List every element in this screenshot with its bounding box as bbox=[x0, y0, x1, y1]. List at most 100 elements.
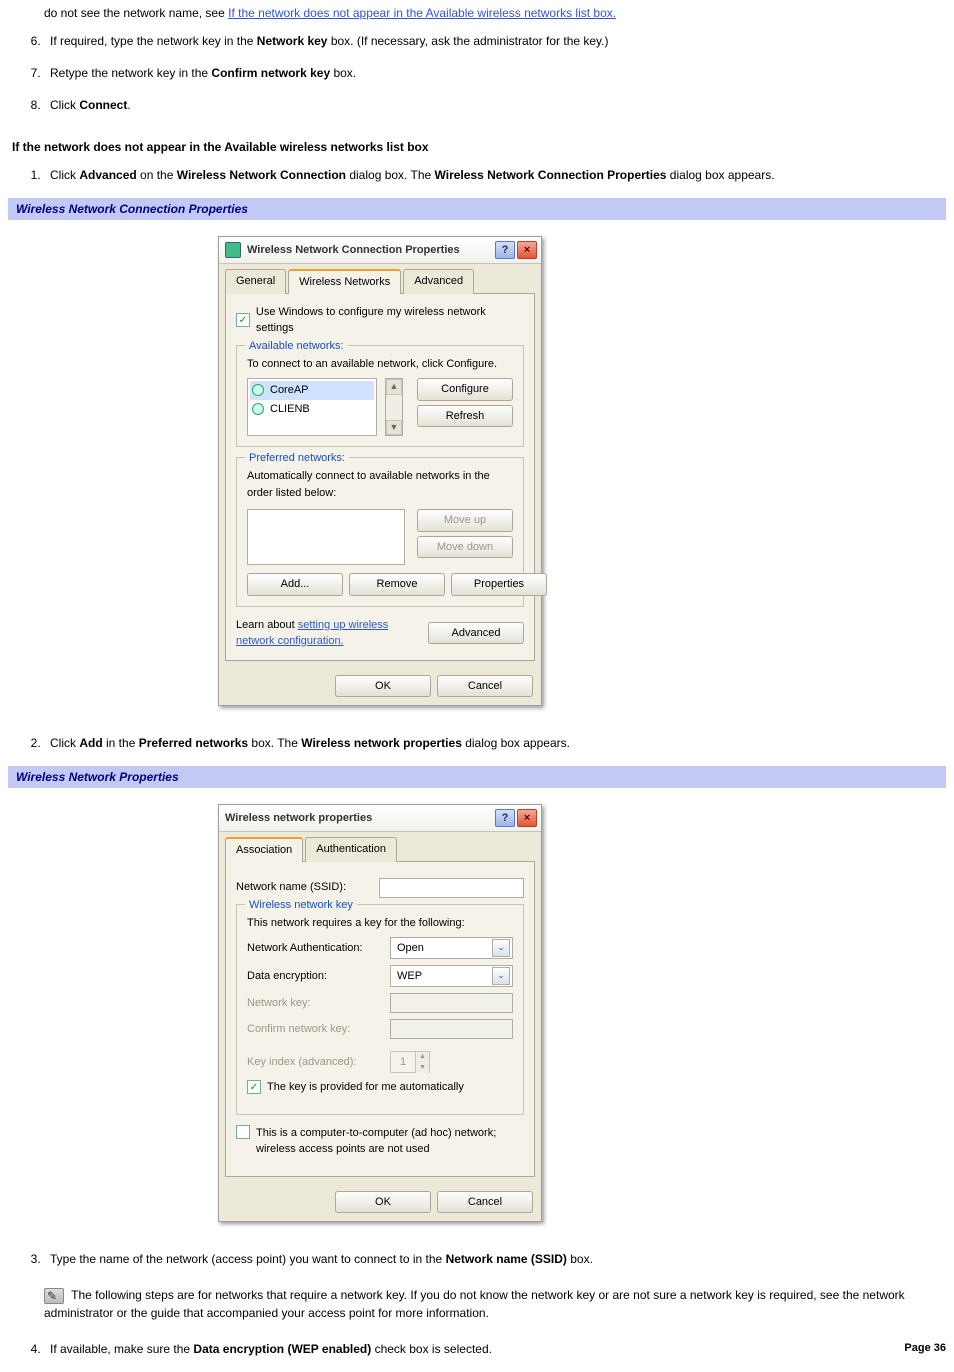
adhoc-checkbox[interactable]: ✓ This is a computer-to-computer (ad hoc… bbox=[236, 1125, 524, 1158]
step-7: Retype the network key in the Confirm ne… bbox=[44, 64, 946, 82]
wireless-icon bbox=[252, 403, 264, 415]
spinner-value: 1 bbox=[391, 1052, 415, 1072]
tabstrip: General Wireless Networks Advanced bbox=[219, 264, 541, 293]
combo-value: Open bbox=[397, 940, 424, 957]
refresh-button[interactable]: Refresh bbox=[417, 405, 513, 428]
available-listbox[interactable]: CoreAP CLIENB bbox=[247, 378, 377, 436]
spinner-up-icon: ▲ bbox=[415, 1052, 429, 1063]
titlebar: Wireless Network Connection Properties ?… bbox=[219, 237, 541, 264]
preferred-legend: Preferred networks: bbox=[245, 450, 349, 467]
network-key-label: Network key: bbox=[247, 995, 382, 1012]
step-d3: Type the name of the network (access poi… bbox=[44, 1250, 946, 1268]
dialog-connection-properties: Wireless Network Connection Properties ?… bbox=[218, 236, 542, 706]
chevron-down-icon[interactable]: ⌄ bbox=[492, 967, 510, 985]
tab-general[interactable]: General bbox=[225, 269, 286, 294]
tab-wireless-networks[interactable]: Wireless Networks bbox=[288, 269, 401, 294]
note-block: The following steps are for networks tha… bbox=[44, 1286, 910, 1322]
caption-bar-2: Wireless Network Properties bbox=[8, 766, 946, 788]
note-text: The following steps are for networks tha… bbox=[44, 1288, 905, 1320]
close-button[interactable]: × bbox=[517, 241, 537, 259]
ssid-input[interactable] bbox=[379, 878, 524, 898]
tabstrip: Association Authentication bbox=[219, 832, 541, 861]
tab-association[interactable]: Association bbox=[225, 837, 303, 862]
configure-button[interactable]: Configure bbox=[417, 378, 513, 401]
key-index-spinner: 1 ▲▼ bbox=[390, 1051, 430, 1073]
list-item-label: CoreAP bbox=[270, 382, 309, 399]
intro-fragment: do not see the network name, see If the … bbox=[44, 4, 946, 22]
properties-button[interactable]: Properties bbox=[451, 573, 547, 596]
preferred-listbox[interactable] bbox=[247, 509, 405, 565]
section-heading: If the network does not appear in the Av… bbox=[12, 138, 946, 156]
confirm-key-input bbox=[390, 1019, 513, 1039]
caption-bar-1: Wireless Network Connection Properties bbox=[8, 198, 946, 220]
remove-button[interactable]: Remove bbox=[349, 573, 445, 596]
preferred-networks-group: Preferred networks: Automatically connec… bbox=[236, 457, 524, 607]
app-icon bbox=[225, 242, 241, 258]
available-networks-group: Available networks: To connect to an ava… bbox=[236, 345, 524, 448]
preferred-text: Automatically connect to available netwo… bbox=[247, 468, 513, 501]
add-button[interactable]: Add... bbox=[247, 573, 343, 596]
list-item-label: CLIENB bbox=[270, 401, 310, 418]
combo-value: WEP bbox=[397, 968, 422, 985]
scrollbar[interactable]: ▲ ▼ bbox=[385, 378, 403, 436]
move-down-button[interactable]: Move down bbox=[417, 536, 513, 559]
steps-list-c: Click Add in the Preferred networks box.… bbox=[8, 734, 946, 752]
wireless-key-group: Wireless network key This network requir… bbox=[236, 904, 524, 1115]
enc-combo[interactable]: WEP ⌄ bbox=[390, 965, 513, 987]
checkbox-icon: ✓ bbox=[236, 1125, 250, 1139]
ok-button[interactable]: OK bbox=[335, 1191, 431, 1214]
dialog-network-properties: Wireless network properties ? × Associat… bbox=[218, 804, 542, 1222]
close-button[interactable]: × bbox=[517, 809, 537, 827]
cancel-button[interactable]: Cancel bbox=[437, 675, 533, 698]
key-text: This network requires a key for the foll… bbox=[247, 915, 513, 932]
intro-text: do not see the network name, see bbox=[44, 6, 228, 20]
tab-body: Network name (SSID): Wireless network ke… bbox=[225, 861, 535, 1177]
ssid-label: Network name (SSID): bbox=[236, 879, 371, 896]
step-e4: If available, make sure the Data encrypt… bbox=[44, 1340, 946, 1358]
titlebar: Wireless network properties ? × bbox=[219, 805, 541, 832]
key-legend: Wireless network key bbox=[245, 897, 357, 914]
tab-advanced[interactable]: Advanced bbox=[403, 269, 474, 294]
wireless-icon bbox=[252, 384, 264, 396]
intro-link[interactable]: If the network does not appear in the Av… bbox=[228, 6, 616, 20]
key-auto-checkbox[interactable]: ✓ The key is provided for me automatical… bbox=[247, 1079, 513, 1096]
page-number: Page 36 bbox=[904, 1340, 946, 1357]
cancel-button[interactable]: Cancel bbox=[437, 1191, 533, 1214]
key-index-label: Key index (advanced): bbox=[247, 1054, 382, 1071]
scroll-up-icon[interactable]: ▲ bbox=[386, 379, 402, 395]
checkbox-label: Use Windows to configure my wireless net… bbox=[256, 304, 524, 337]
use-windows-checkbox[interactable]: ✓ Use Windows to configure my wireless n… bbox=[236, 304, 524, 337]
checkbox-icon: ✓ bbox=[236, 313, 250, 327]
steps-list-b: Click Advanced on the Wireless Network C… bbox=[8, 166, 946, 184]
tab-body: ✓ Use Windows to configure my wireless n… bbox=[225, 293, 535, 661]
enc-label: Data encryption: bbox=[247, 968, 382, 985]
checkbox-label: This is a computer-to-computer (ad hoc) … bbox=[256, 1125, 516, 1158]
steps-list-e: If available, make sure the Data encrypt… bbox=[8, 1340, 946, 1358]
step-8: Click Connect. bbox=[44, 96, 946, 114]
auth-combo[interactable]: Open ⌄ bbox=[390, 937, 513, 959]
checkbox-label: The key is provided for me automatically bbox=[267, 1079, 464, 1096]
confirm-key-label: Confirm network key: bbox=[247, 1021, 382, 1038]
tab-authentication[interactable]: Authentication bbox=[305, 837, 397, 862]
list-item[interactable]: CLIENB bbox=[250, 400, 374, 419]
step-6: If required, type the network key in the… bbox=[44, 32, 946, 50]
step-c2: Click Add in the Preferred networks box.… bbox=[44, 734, 946, 752]
chevron-down-icon[interactable]: ⌄ bbox=[492, 939, 510, 957]
available-legend: Available networks: bbox=[245, 338, 348, 355]
advanced-button[interactable]: Advanced bbox=[428, 622, 524, 645]
spinner-down-icon: ▼ bbox=[415, 1063, 429, 1074]
available-text: To connect to an available network, clic… bbox=[247, 356, 513, 373]
title-text: Wireless network properties bbox=[225, 810, 372, 827]
learn-about: Learn about setting up wireless network … bbox=[236, 617, 416, 650]
auth-label: Network Authentication: bbox=[247, 940, 382, 957]
list-item[interactable]: CoreAP bbox=[250, 381, 374, 400]
checkbox-icon: ✓ bbox=[247, 1080, 261, 1094]
ok-button[interactable]: OK bbox=[335, 675, 431, 698]
help-button[interactable]: ? bbox=[495, 241, 515, 259]
steps-list-d: Type the name of the network (access poi… bbox=[8, 1250, 946, 1268]
scroll-down-icon[interactable]: ▼ bbox=[386, 420, 402, 436]
help-button[interactable]: ? bbox=[495, 809, 515, 827]
steps-list-a: If required, type the network key in the… bbox=[8, 32, 946, 114]
title-text: Wireless Network Connection Properties bbox=[247, 242, 460, 259]
move-up-button[interactable]: Move up bbox=[417, 509, 513, 532]
